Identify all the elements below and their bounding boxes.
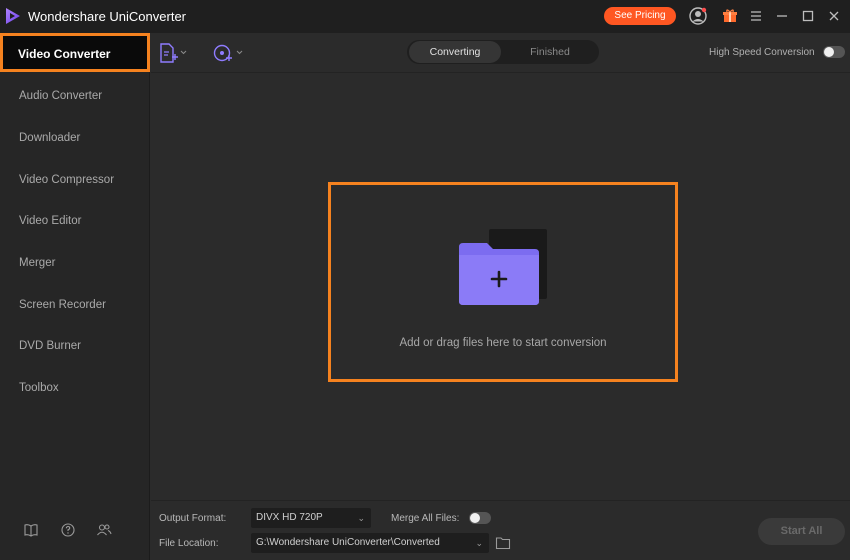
sidebar-item-screen-recorder[interactable]: Screen Recorder <box>0 287 150 323</box>
merge-all-files-toggle[interactable] <box>469 512 491 524</box>
app-title: Wondershare UniConverter <box>28 9 186 24</box>
tab-finished[interactable]: Finished <box>503 41 597 63</box>
high-speed-conversion-label: High Speed Conversion <box>709 47 815 58</box>
sidebar-item-dvd-burner[interactable]: DVD Burner <box>0 328 150 364</box>
output-format-label: Output Format: <box>159 513 227 524</box>
account-icon[interactable] <box>688 6 708 26</box>
bottom-bar: Output Format: DIVX HD 720P ⌄ Merge All … <box>151 500 850 560</box>
add-files-button[interactable] <box>158 42 188 64</box>
file-location-select[interactable]: G:\Wondershare UniConverter\Converted ⌄ <box>251 533 489 553</box>
toggle-knob <box>470 513 480 523</box>
status-tabs: Converting Finished <box>407 40 599 64</box>
help-icon[interactable] <box>60 522 76 538</box>
high-speed-conversion-toggle[interactable] <box>823 46 845 58</box>
gift-icon[interactable] <box>720 6 740 26</box>
output-format-select[interactable]: DIVX HD 720P ⌄ <box>251 508 371 528</box>
open-folder-icon[interactable] <box>495 536 511 550</box>
start-all-button[interactable]: Start All <box>758 518 845 545</box>
file-location-label: File Location: <box>159 538 219 549</box>
sidebar-item-audio-converter[interactable]: Audio Converter <box>0 78 150 114</box>
add-folder-icon <box>459 229 547 305</box>
close-icon[interactable] <box>824 6 844 26</box>
add-file-icon <box>160 43 187 63</box>
toggle-knob <box>824 47 834 57</box>
drop-zone-text: Add or drag files here to start conversi… <box>399 337 607 349</box>
app-logo-icon <box>6 8 20 24</box>
chevron-down-icon: ⌄ <box>357 513 365 523</box>
output-format-value: DIVX HD 720P <box>256 512 323 523</box>
merge-all-files-label: Merge All Files: <box>391 513 460 524</box>
tab-converting[interactable]: Converting <box>409 41 501 63</box>
see-pricing-button[interactable]: See Pricing <box>604 7 676 25</box>
main-area: Add or drag files here to start conversi… <box>151 74 850 500</box>
file-location-value: G:\Wondershare UniConverter\Converted <box>256 537 440 548</box>
maximize-icon[interactable] <box>798 6 818 26</box>
minimize-icon[interactable] <box>772 6 792 26</box>
drop-zone[interactable]: Add or drag files here to start conversi… <box>328 182 678 382</box>
sidebar-item-toolbox[interactable]: Toolbox <box>0 370 150 406</box>
users-icon[interactable] <box>96 522 112 538</box>
sidebar-item-video-compressor[interactable]: Video Compressor <box>0 162 150 198</box>
sidebar: Video Converter Audio Converter Download… <box>0 33 150 560</box>
add-dvd-button[interactable] <box>211 42 245 64</box>
book-icon[interactable] <box>23 522 39 538</box>
dvd-icon <box>213 44 243 62</box>
title-bar: Wondershare UniConverter See Pricing <box>0 0 850 33</box>
sidebar-item-downloader[interactable]: Downloader <box>0 120 150 156</box>
chevron-down-icon: ⌄ <box>475 538 483 548</box>
sidebar-item-merger[interactable]: Merger <box>0 245 150 281</box>
menu-icon[interactable] <box>746 6 766 26</box>
sidebar-item-video-editor[interactable]: Video Editor <box>0 203 150 239</box>
toolbar: Converting Finished High Speed Conversio… <box>151 33 850 73</box>
sidebar-item-video-converter[interactable]: Video Converter <box>0 33 150 72</box>
